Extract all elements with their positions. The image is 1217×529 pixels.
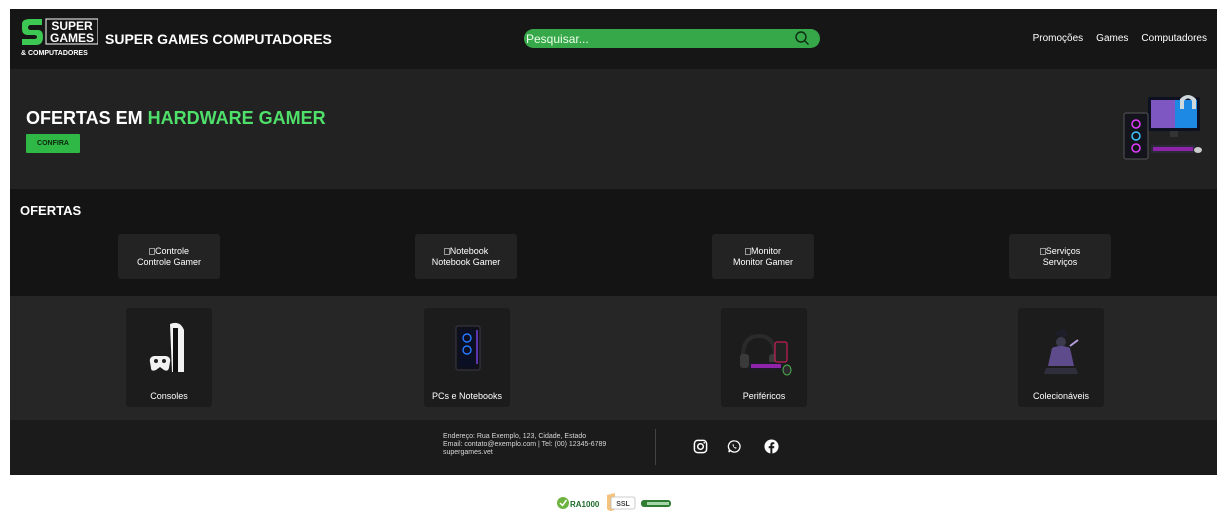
site-logo[interactable]: SUPER GAMES & COMPUTADORES [20,18,98,58]
pc-case-icon [455,325,481,371]
offer-image-alt: Controle [154,246,190,256]
site-footer: Endereço: Rua Exemplo, 123, Cidade, Esta… [10,420,1217,475]
nav-link-computadores[interactable]: Computadores [1141,33,1207,44]
console-icon [149,322,184,372]
category-label: Colecionáveis [1032,391,1090,401]
search-icon[interactable] [794,30,810,46]
offer-card-monitor[interactable]: Monitor Monitor Gamer [712,234,814,279]
offer-image-alt: Notebook [449,246,489,256]
search-bar [524,29,820,48]
logo-line3: & COMPUTADORES [21,50,88,57]
whatsapp-icon[interactable] [727,439,742,454]
categories-section: Consoles PCs e Notebooks Periféricos Col… [10,296,1217,420]
banner-title: OFERTAS EM HARDWARE GAMER [26,108,326,129]
site-url-text: supergames.vet [443,449,493,456]
offer-image-notebook: Notebook [415,246,517,257]
offer-image-alt: Monitor [750,246,781,256]
logo-line2: GAMES [50,31,94,45]
offer-card-servicos[interactable]: Serviços Serviços [1009,234,1111,279]
ra1000-text: RA1000 [570,500,600,509]
banner-title-highlight: HARDWARE GAMER [147,108,326,128]
offer-card-notebook[interactable]: Notebook Notebook Gamer [415,234,517,279]
category-label: Consoles [150,391,188,401]
offer-image-servicos: Serviços [1009,246,1111,257]
site-header: SUPER GAMES & COMPUTADORES SUPER GAMES C… [10,9,1217,69]
brand-name: SUPER GAMES COMPUTADORES [105,31,332,47]
offer-image-alt: Serviços [1045,246,1081,256]
search-input[interactable] [526,30,776,47]
ssl-badge[interactable]: SSL [607,493,636,511]
category-card-perifericos[interactable]: Periféricos [721,308,807,407]
ra1000-badge[interactable]: RA1000 [557,497,600,509]
nav-link-promocoes[interactable]: Promoções [1033,33,1084,44]
instagram-icon[interactable] [693,439,708,454]
page: SUPER GAMES & COMPUTADORES SUPER GAMES C… [0,0,1217,529]
gaming-setup-image [1123,95,1202,160]
confira-button[interactable]: CONFIRA [26,134,80,153]
nav-link-games[interactable]: Games [1096,33,1128,44]
peripherals-icon [740,333,792,376]
offers-title: OFERTAS [20,203,82,218]
offer-image-controle: Controle [118,246,220,257]
category-card-pcs-notebooks[interactable]: PCs e Notebooks [424,308,510,407]
footer-divider [655,429,656,465]
category-card-consoles[interactable]: Consoles [126,308,212,407]
hero-banner: OFERTAS EM HARDWARE GAMER CONFIRA [10,69,1217,189]
secure-site-badge[interactable] [641,500,671,507]
contact-info: Endereço: Rua Exemplo, 123, Cidade, Esta… [443,433,606,457]
facebook-icon[interactable] [764,439,779,454]
offer-image-monitor: Monitor [712,246,814,257]
offer-label: Notebook Gamer [431,257,501,267]
category-label: Periféricos [742,391,786,401]
offer-label: Monitor Gamer [732,257,794,267]
offer-label: Serviços [1042,257,1078,267]
collectible-figure-icon [1044,328,1079,374]
offer-label: Controle Gamer [136,257,202,267]
offers-section: OFERTAS Controle Controle Gamer Notebook… [10,189,1217,296]
banner-title-part1: OFERTAS EM [26,108,148,128]
email-phone-text: Email: contato@exemplo.com | Tel: (00) 1… [443,441,607,448]
trust-badges: RA1000 SSL [557,493,671,511]
category-card-colecionaveis[interactable]: Colecionáveis [1018,308,1104,407]
category-label: PCs e Notebooks [431,391,503,401]
offer-card-controle[interactable]: Controle Controle Gamer [118,234,220,279]
ssl-text: SSL [616,501,630,508]
main-nav: Promoções Games Computadores [1033,33,1207,44]
address-text: Endereço: Rua Exemplo, 123, Cidade, Esta… [443,433,587,440]
